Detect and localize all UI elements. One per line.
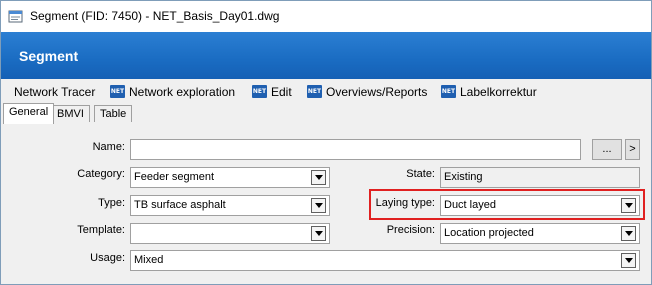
menu-overviews-reports[interactable]: NET Overviews/Reports (307, 83, 427, 100)
menu-network-exploration[interactable]: NET Network exploration (110, 83, 235, 100)
window-title: Segment (FID: 7450) - NET_Basis_Day01.dw… (30, 9, 280, 23)
state-label: State: (406, 168, 435, 180)
app-icon (8, 10, 23, 23)
banner-title: Segment (19, 48, 79, 64)
type-select[interactable]: TB surface asphalt (130, 195, 330, 216)
menu-network-tracer[interactable]: Network Tracer (14, 83, 95, 100)
tab-general[interactable]: General (3, 103, 55, 124)
precision-value: Location projected (444, 227, 534, 239)
menu-bar: Network Tracer NET Network exploration N… (1, 79, 651, 103)
name-input[interactable] (130, 139, 581, 160)
chevron-down-icon[interactable] (311, 198, 326, 213)
type-value: TB surface asphalt (134, 199, 226, 211)
menu-labelkorrektur[interactable]: NET Labelkorrektur (441, 83, 537, 100)
state-field: Existing (440, 167, 640, 188)
chevron-down-icon[interactable] (621, 253, 636, 268)
tab-bmvi[interactable]: BMVI (51, 105, 90, 123)
chevron-down-icon[interactable] (621, 226, 636, 241)
dialog-window: Segment (FID: 7450) - NET_Basis_Day01.dw… (0, 0, 652, 285)
tab-table[interactable]: Table (94, 105, 133, 123)
category-value: Feeder segment (134, 171, 215, 183)
title-bar: Segment (FID: 7450) - NET_Basis_Day01.dw… (1, 1, 651, 32)
category-label: Category: (77, 168, 125, 180)
type-label: Type: (98, 197, 125, 209)
net-icon: NET (441, 85, 456, 98)
chevron-down-icon[interactable] (311, 226, 326, 241)
laying-type-value: Duct layed (444, 199, 496, 211)
tab-strip: General BMVI Table (1, 103, 651, 124)
next-button[interactable]: > (625, 139, 640, 160)
template-select[interactable] (130, 223, 330, 244)
name-label: Name: (92, 141, 125, 153)
menu-edit[interactable]: NET Edit (252, 83, 292, 100)
net-icon: NET (110, 85, 125, 98)
header-banner: Segment (1, 32, 651, 79)
chevron-down-icon[interactable] (311, 170, 326, 185)
menu-overviews-reports-label: Overviews/Reports (326, 84, 428, 99)
chevron-down-icon[interactable] (621, 198, 636, 213)
menu-network-exploration-label: Network exploration (129, 84, 236, 99)
category-select[interactable]: Feeder segment (130, 167, 330, 188)
browse-button[interactable]: ... (592, 139, 622, 160)
usage-value: Mixed (134, 254, 164, 266)
net-icon: NET (252, 85, 267, 98)
laying-type-label: Laying type: (375, 197, 435, 209)
menu-edit-label: Edit (271, 84, 292, 99)
template-label: Template: (77, 224, 125, 236)
precision-label: Precision: (386, 224, 435, 236)
laying-type-select[interactable]: Duct layed (440, 195, 640, 216)
menu-labelkorrektur-label: Labelkorrektur (460, 84, 537, 99)
usage-select[interactable]: Mixed (130, 250, 640, 271)
menu-network-tracer-label: Network Tracer (14, 84, 96, 99)
precision-select[interactable]: Location projected (440, 223, 640, 244)
usage-label: Usage: (90, 252, 125, 264)
net-icon: NET (307, 85, 322, 98)
